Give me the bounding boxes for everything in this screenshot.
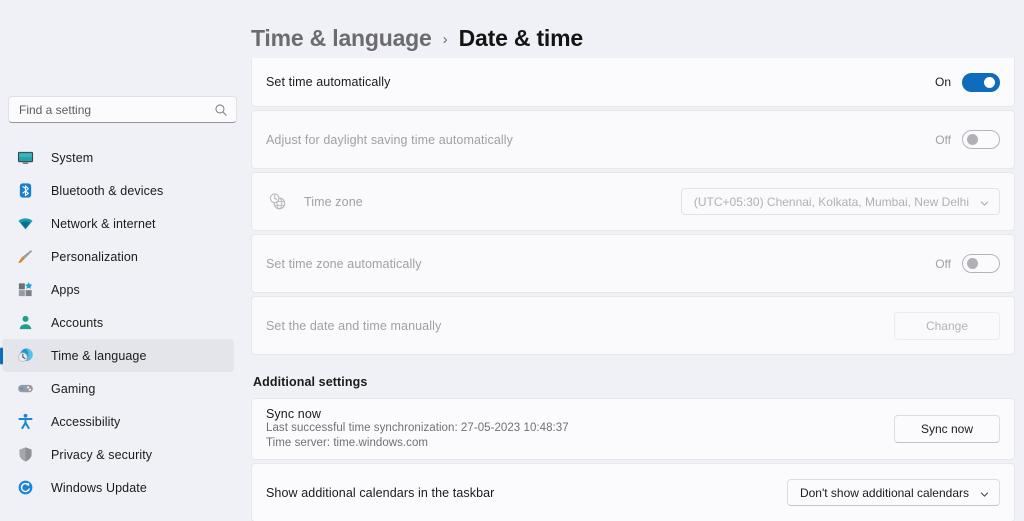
set-time-zone-automatically-toggle[interactable] [962, 254, 1000, 273]
sidebar-item-network-internet[interactable]: Network & internet [2, 207, 234, 240]
time-zone-dropdown[interactable]: (UTC+05:30) Chennai, Kolkata, Mumbai, Ne… [680, 188, 1000, 215]
set-time-automatically-toggle[interactable] [962, 72, 1000, 92]
wifi-icon [16, 215, 34, 233]
sidebar-item-gaming[interactable]: Gaming [2, 372, 234, 405]
search-input[interactable] [19, 97, 214, 122]
setting-set-time-zone-automatically[interactable]: Set time zone automatically Off [251, 234, 1015, 293]
sidebar-item-label: Apps [51, 282, 80, 297]
sidebar-item-apps[interactable]: Apps [2, 273, 234, 306]
search-icon [214, 103, 228, 117]
last-sync-text: Last successful time synchronization: 27… [266, 421, 569, 434]
sidebar-item-label: Time & language [51, 348, 147, 363]
settings-window: System Bluetooth & devices [0, 0, 1024, 521]
setting-label: Set time automatically [266, 75, 391, 89]
additional-calendars-dropdown[interactable]: Don't show additional calendars [786, 479, 1000, 506]
setting-adjust-daylight-saving[interactable]: Adjust for daylight saving time automati… [251, 110, 1015, 169]
sidebar-item-label: Windows Update [51, 480, 147, 495]
sidebar-item-label: Network & internet [51, 216, 156, 231]
clock-globe-icon [266, 191, 288, 213]
setting-label: Time zone [304, 194, 363, 209]
time-zone-value: (UTC+05:30) Chennai, Kolkata, Mumbai, Ne… [693, 194, 969, 209]
sidebar-item-system[interactable]: System [2, 141, 234, 174]
setting-set-time-automatically[interactable]: Set time automatically On [251, 58, 1015, 107]
sidebar-item-label: Accounts [51, 315, 104, 330]
apps-grid-icon [16, 281, 34, 299]
search-box[interactable] [8, 96, 237, 123]
sidebar-item-accounts[interactable]: Accounts [2, 306, 234, 339]
setting-time-zone[interactable]: Time zone (UTC+05:30) Chennai, Kolkata, … [251, 172, 1015, 231]
chevron-down-icon [979, 196, 990, 207]
toggle-state-label: On [934, 75, 951, 89]
sync-now-label: Sync now [266, 406, 321, 421]
setting-set-date-time-manually[interactable]: Set the date and time manually Change [251, 296, 1015, 355]
setting-sync-now[interactable]: Sync now Last successful time synchroniz… [251, 398, 1015, 460]
accessibility-person-icon [16, 413, 34, 431]
shield-icon [16, 446, 34, 464]
sidebar-item-label: Bluetooth & devices [51, 183, 164, 198]
adjust-daylight-saving-toggle[interactable] [962, 130, 1000, 149]
refresh-circle-icon [16, 479, 34, 497]
toggle-state-label: Off [935, 132, 951, 147]
setting-label: Show additional calendars in the taskbar [266, 485, 495, 500]
sync-now-button-label: Sync now [920, 422, 974, 436]
monitor-icon [16, 149, 34, 167]
sync-now-button[interactable]: Sync now [894, 415, 1000, 443]
page-title: Date & time [458, 25, 584, 51]
chevron-right-icon: › [442, 31, 448, 48]
sidebar-item-time-language[interactable]: Time & language [2, 339, 234, 372]
sidebar-item-accessibility[interactable]: Accessibility [2, 405, 234, 438]
sidebar-item-label: Personalization [51, 249, 138, 264]
setting-label: Set the date and time manually [266, 318, 442, 333]
setting-additional-calendars[interactable]: Show additional calendars in the taskbar… [251, 463, 1015, 521]
additional-settings-heading: Additional settings [253, 375, 368, 389]
setting-label: Adjust for daylight saving time automati… [266, 132, 513, 147]
sidebar-item-bluetooth-devices[interactable]: Bluetooth & devices [2, 174, 234, 207]
time-server-text: Time server: time.windows.com [266, 437, 429, 449]
bluetooth-icon [16, 182, 34, 200]
sidebar-item-privacy-security[interactable]: Privacy & security [2, 438, 234, 471]
breadcrumb-parent[interactable]: Time & language [251, 25, 432, 52]
setting-label: Set time zone automatically [266, 256, 422, 271]
sidebar-item-label: Accessibility [51, 414, 121, 429]
sidebar-item-label: System [51, 150, 94, 165]
settings-scroll-area: Set time automatically On Adjust for day… [251, 58, 1024, 521]
toggle-state-label: Off [935, 256, 951, 271]
sidebar-item-label: Privacy & security [51, 447, 153, 462]
additional-calendars-value: Don't show additional calendars [799, 485, 969, 500]
paintbrush-icon [16, 248, 34, 266]
breadcrumb: Time & language › Date & time [251, 0, 1024, 58]
change-button-label: Change [925, 318, 969, 333]
change-date-time-button[interactable]: Change [894, 311, 1000, 340]
clock-globe-icon [16, 347, 34, 365]
sidebar-nav: System Bluetooth & devices Network & int… [0, 141, 246, 504]
content-pane: Time & language › Date & time Set time a… [246, 0, 1024, 521]
sidebar-item-windows-update[interactable]: Windows Update [2, 471, 234, 504]
sidebar-item-label: Gaming [51, 381, 96, 396]
gamepad-icon [16, 380, 34, 398]
chevron-down-icon [979, 487, 990, 498]
person-icon [16, 314, 34, 332]
sidebar: System Bluetooth & devices [0, 0, 246, 521]
sidebar-item-personalization[interactable]: Personalization [2, 240, 234, 273]
